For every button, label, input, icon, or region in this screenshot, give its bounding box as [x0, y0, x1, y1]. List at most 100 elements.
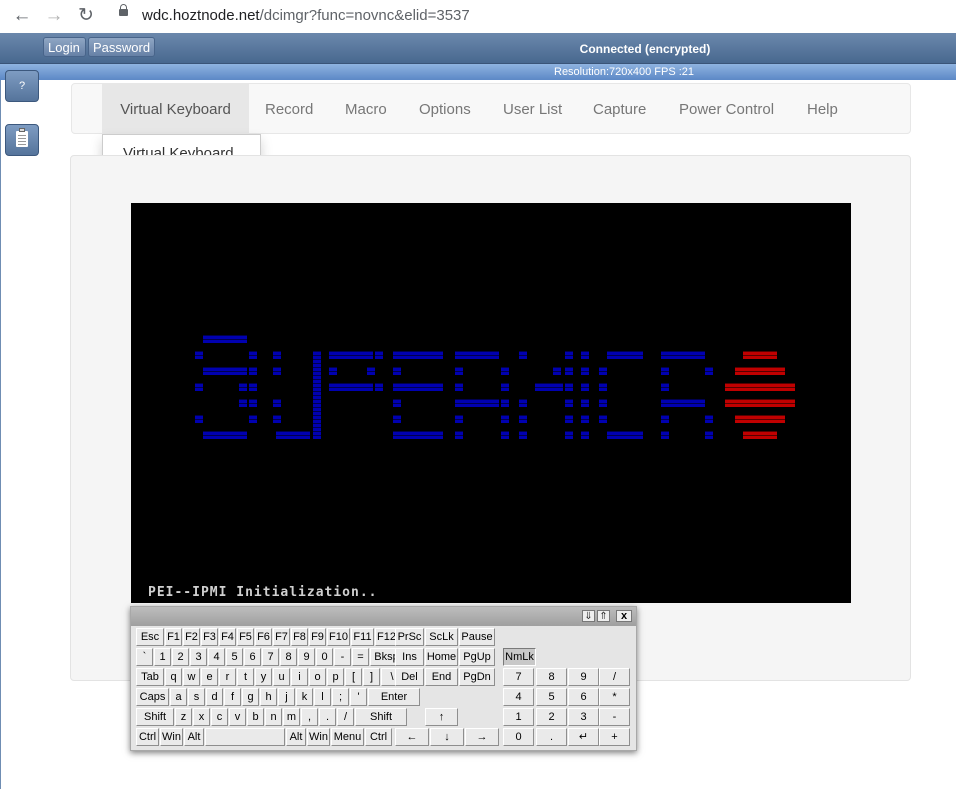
key-2-8[interactable]: i	[291, 668, 308, 686]
numpad-key-0-3[interactable]: /	[599, 668, 630, 686]
key-1-12[interactable]: =	[352, 648, 369, 666]
password-button[interactable]: Password	[88, 37, 155, 57]
key-5-1[interactable]: Win	[160, 728, 183, 746]
numpad-key-1-0[interactable]: 4	[503, 688, 534, 706]
numpad-key-1-2[interactable]: 6	[568, 688, 599, 706]
numpad-key-0-0[interactable]: 7	[503, 668, 534, 686]
nav-key-0-2[interactable]: Pause	[459, 628, 495, 646]
menu-user-list[interactable]: User List	[503, 84, 562, 135]
key-4-0[interactable]: Shift	[136, 708, 174, 726]
nav-key-1-0[interactable]: Ins	[395, 648, 424, 666]
key-2-4[interactable]: r	[219, 668, 236, 686]
key-4-3[interactable]: c	[211, 708, 228, 726]
key-5-0[interactable]: Ctrl	[136, 728, 159, 746]
key-3-2[interactable]: s	[188, 688, 205, 706]
numpad-key-0-1[interactable]: 8	[536, 668, 567, 686]
keyboard-title-bar[interactable]: ⇓ ⇑ x	[131, 607, 636, 626]
key-3-10[interactable]: ;	[332, 688, 349, 706]
key-0-3[interactable]: F3	[201, 628, 218, 646]
numpad-key-3-1[interactable]: .	[536, 728, 567, 746]
key-2-9[interactable]: o	[309, 668, 326, 686]
key-4-8[interactable]: ,	[301, 708, 318, 726]
key-0-1[interactable]: F1	[165, 628, 182, 646]
key-1-9[interactable]: 9	[298, 648, 315, 666]
key-2-1[interactable]: q	[165, 668, 182, 686]
key-5-3[interactable]	[205, 728, 285, 746]
key-1-4[interactable]: 4	[208, 648, 225, 666]
key-3-11[interactable]: '	[350, 688, 367, 706]
menu-macro[interactable]: Macro	[345, 84, 387, 135]
numpad-key-1-3[interactable]: *	[599, 688, 630, 706]
key-4-5[interactable]: b	[247, 708, 264, 726]
expand-keyboard-button[interactable]: ⇑	[597, 610, 610, 622]
key-2-7[interactable]: u	[273, 668, 290, 686]
key-0-4[interactable]: F4	[219, 628, 236, 646]
key-5-2[interactable]: Alt	[184, 728, 204, 746]
key-3-5[interactable]: g	[242, 688, 259, 706]
close-keyboard-button[interactable]: x	[616, 610, 632, 622]
numlock-key[interactable]: NmLk	[503, 648, 536, 666]
key-1-5[interactable]: 5	[226, 648, 243, 666]
key-2-0[interactable]: Tab	[136, 668, 164, 686]
key-1-3[interactable]: 3	[190, 648, 207, 666]
key-4-9[interactable]: .	[319, 708, 336, 726]
key-4-10[interactable]: /	[337, 708, 354, 726]
key-2-10[interactable]: p	[327, 668, 344, 686]
numpad-key-0-2[interactable]: 9	[568, 668, 599, 686]
key-2-2[interactable]: w	[183, 668, 200, 686]
key-5-4[interactable]: Alt	[286, 728, 306, 746]
key-0-11[interactable]: F11	[351, 628, 374, 646]
key-4-1[interactable]: z	[175, 708, 192, 726]
nav-key-0-1[interactable]: ScLk	[425, 628, 458, 646]
nav-key-1-1[interactable]: Home	[425, 648, 458, 666]
key-3-12[interactable]: Enter	[368, 688, 420, 706]
menu-virtual-keyboard[interactable]: Virtual Keyboard	[102, 84, 249, 135]
key-3-1[interactable]: a	[170, 688, 187, 706]
key-2-3[interactable]: e	[201, 668, 218, 686]
key-0-5[interactable]: F5	[237, 628, 254, 646]
nav-key-2-2[interactable]: PgDn	[459, 668, 495, 686]
key-2-12[interactable]: ]	[363, 668, 380, 686]
key-3-6[interactable]: h	[260, 688, 277, 706]
key-0-6[interactable]: F6	[255, 628, 272, 646]
nav-key-1-2[interactable]: PgUp	[459, 648, 495, 666]
key-3-7[interactable]: j	[278, 688, 295, 706]
collapse-keyboard-button[interactable]: ⇓	[582, 610, 595, 622]
key-0-7[interactable]: F7	[273, 628, 290, 646]
numpad-key-2-1[interactable]: 2	[536, 708, 567, 726]
menu-help[interactable]: Help	[807, 84, 838, 135]
key-4-2[interactable]: x	[193, 708, 210, 726]
back-arrow-icon[interactable]: ←	[11, 5, 33, 27]
key-1-1[interactable]: 1	[154, 648, 171, 666]
numpad-key-3-0[interactable]: 0	[503, 728, 534, 746]
arrow-key-0[interactable]: ←	[395, 728, 429, 746]
key-3-0[interactable]: Caps	[136, 688, 169, 706]
clipboard-button[interactable]	[5, 124, 39, 156]
numpad-key-1-1[interactable]: 5	[536, 688, 567, 706]
key-0-9[interactable]: F9	[309, 628, 326, 646]
key-1-2[interactable]: 2	[172, 648, 189, 666]
key-4-11[interactable]: Shift	[355, 708, 407, 726]
menu-capture[interactable]: Capture	[593, 84, 646, 135]
menu-power-control[interactable]: Power Control	[679, 84, 774, 135]
key-1-8[interactable]: 8	[280, 648, 297, 666]
arrow-key-2[interactable]: →	[465, 728, 499, 746]
nav-key-2-1[interactable]: End	[425, 668, 458, 686]
help-button[interactable]: ?	[5, 70, 39, 102]
key-3-4[interactable]: f	[224, 688, 241, 706]
key-3-8[interactable]: k	[296, 688, 313, 706]
key-4-6[interactable]: n	[265, 708, 282, 726]
numpad-key-2-0[interactable]: 1	[503, 708, 534, 726]
reload-icon[interactable]: ↻	[75, 5, 97, 27]
key-3-9[interactable]: l	[314, 688, 331, 706]
key-4-7[interactable]: m	[283, 708, 300, 726]
key-0-8[interactable]: F8	[291, 628, 308, 646]
remote-console-screen[interactable]: PEI--IPMI Initialization..	[131, 203, 851, 603]
numpad-key-2-2[interactable]: 3	[568, 708, 599, 726]
key-1-7[interactable]: 7	[262, 648, 279, 666]
key-5-6[interactable]: Menu	[331, 728, 364, 746]
key-5-5[interactable]: Win	[307, 728, 330, 746]
key-1-11[interactable]: -	[334, 648, 351, 666]
key-1-6[interactable]: 6	[244, 648, 261, 666]
arrow-key-1[interactable]: ↓	[430, 728, 464, 746]
